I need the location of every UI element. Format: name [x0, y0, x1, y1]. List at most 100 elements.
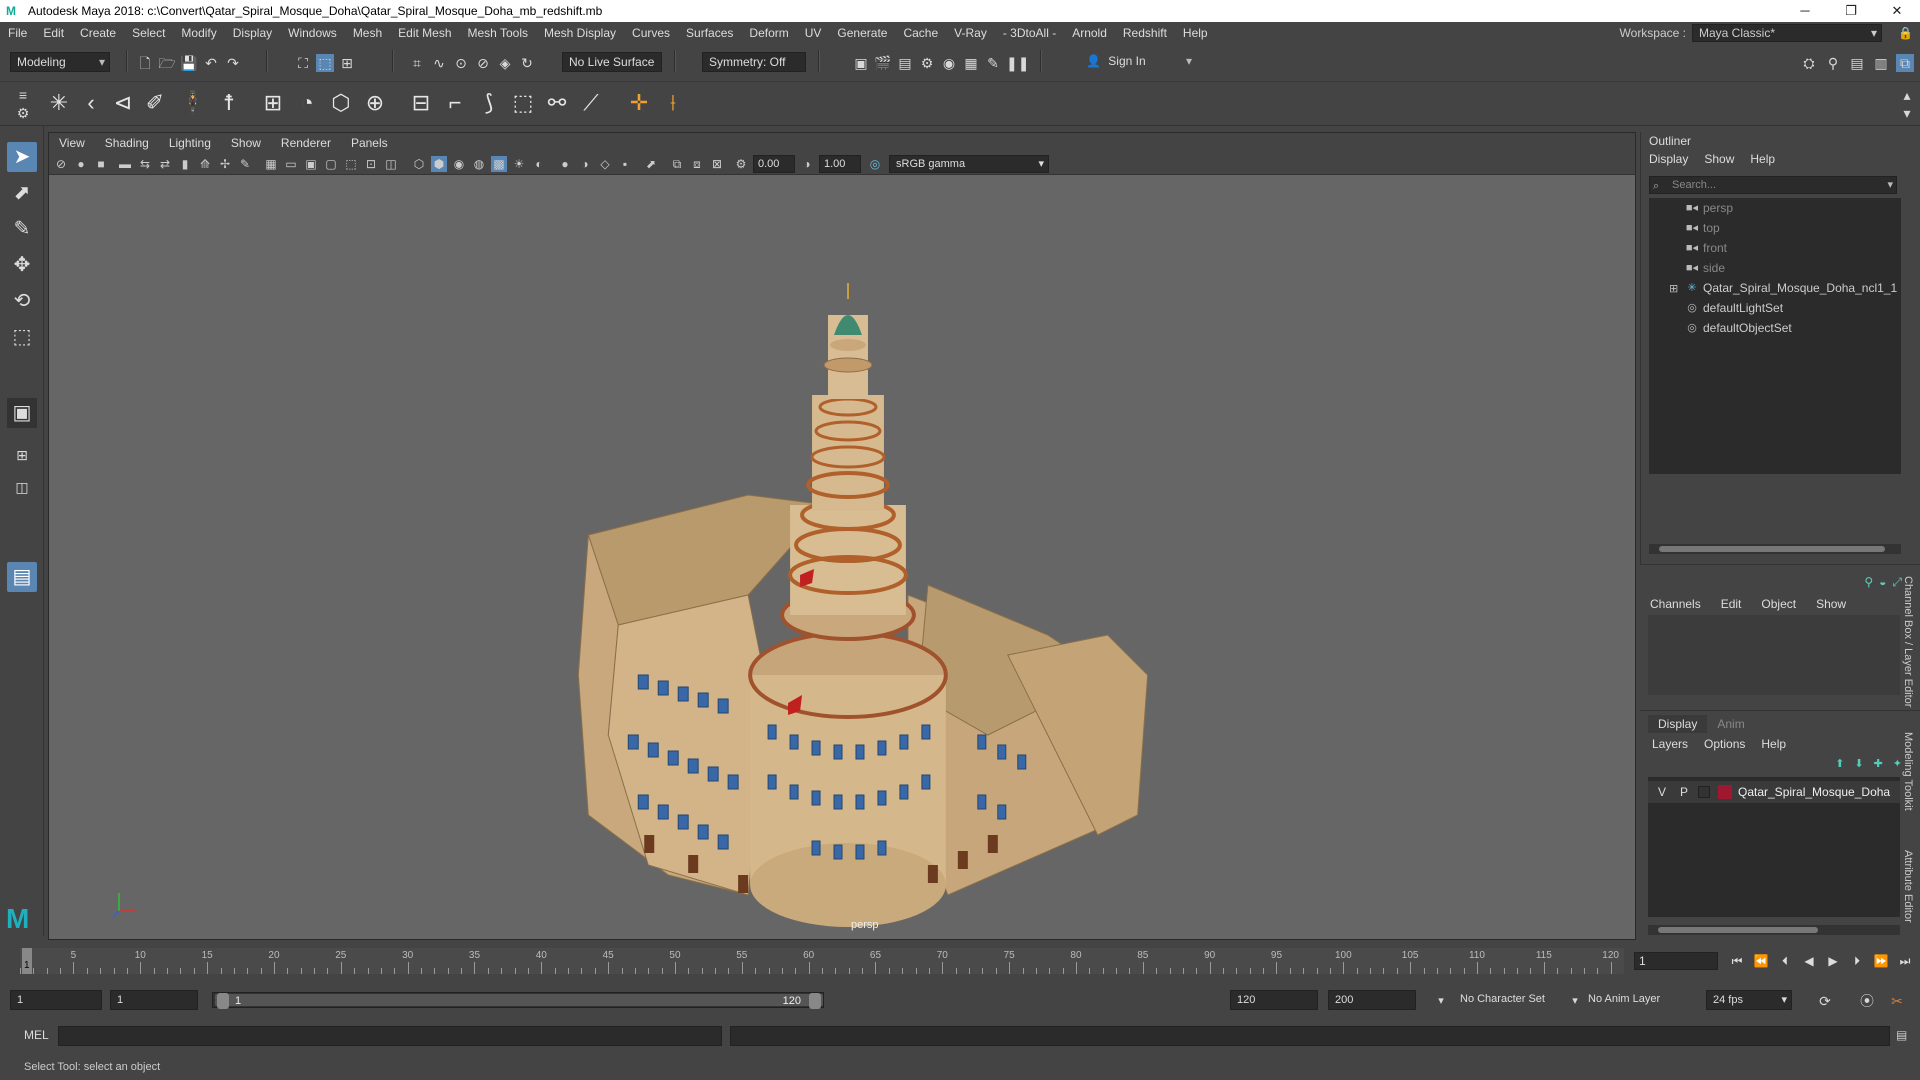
- channel-box-menu-show[interactable]: Show: [1806, 595, 1856, 613]
- menu-select[interactable]: Select: [124, 22, 173, 44]
- layer-row[interactable]: V P Qatar_Spiral_Mosque_Doha: [1648, 781, 1900, 803]
- menu-mesh-display[interactable]: Mesh Display: [536, 22, 624, 44]
- camera-gate-icon[interactable]: ⧈: [689, 156, 705, 172]
- render-settings-icon[interactable]: ⚙: [918, 54, 936, 72]
- channel-box-icon[interactable]: ⚲: [1864, 575, 1873, 590]
- snap-view-icon[interactable]: ⊘: [474, 54, 492, 72]
- play-backwards-icon[interactable]: ◀: [1800, 952, 1818, 970]
- light-editor-icon[interactable]: ✎: [984, 54, 1002, 72]
- animation-end-field[interactable]: 200: [1328, 990, 1416, 1010]
- shelf-scroll-up-icon[interactable]: ▴: [1898, 86, 1916, 104]
- tab-modeling-toolkit[interactable]: Modeling Toolkit: [1902, 732, 1914, 811]
- render-frame-icon[interactable]: 🎬: [874, 54, 892, 72]
- poly-cube-icon[interactable]: ⬡: [326, 88, 356, 118]
- channel-box-menu-object[interactable]: Object: [1751, 595, 1806, 613]
- shelf-scroll-down-icon[interactable]: ▾: [1898, 104, 1916, 122]
- select-object-icon[interactable]: ⬚: [316, 54, 334, 72]
- tool-settings-icon[interactable]: ▤: [1848, 54, 1866, 72]
- outliner-item-side[interactable]: ■◂ side: [1649, 258, 1901, 278]
- isolate-icon[interactable]: ▪: [617, 156, 633, 172]
- outliner-menu-show[interactable]: Show: [1696, 150, 1742, 168]
- gamma-icon[interactable]: ◑: [799, 156, 815, 172]
- range-start-knob[interactable]: [217, 993, 229, 1009]
- grease-pencil-icon[interactable]: ⇄: [157, 156, 173, 172]
- snap-vertex-icon[interactable]: ↻: [518, 54, 536, 72]
- select-tool-icon[interactable]: ➤: [7, 142, 37, 172]
- outliner-menu-display[interactable]: Display: [1641, 150, 1696, 168]
- step-back-key-icon[interactable]: ⏪: [1752, 952, 1770, 970]
- viewport-menu-shading[interactable]: Shading: [95, 133, 159, 153]
- anim-layer-dropdown[interactable]: No Anim Layer: [1582, 990, 1682, 1010]
- select-component-icon[interactable]: ⊞: [338, 54, 356, 72]
- move-layer-down-icon[interactable]: ⬇: [1854, 757, 1863, 770]
- viewport-menu-lighting[interactable]: Lighting: [159, 133, 221, 153]
- twist-deformer-icon[interactable]: ⚯: [542, 88, 572, 118]
- viewport-persp[interactable]: View Shading Lighting Show Renderer Pane…: [48, 132, 1636, 940]
- motion-blur-icon[interactable]: ●: [557, 156, 573, 172]
- menu-uv[interactable]: UV: [797, 22, 830, 44]
- shelf-settings-icon[interactable]: ⚙: [14, 104, 32, 122]
- menu-modify[interactable]: Modify: [173, 22, 224, 44]
- pivot-orient-icon[interactable]: ⟊: [658, 88, 688, 118]
- snap-point-icon[interactable]: ⊙: [452, 54, 470, 72]
- menu-create[interactable]: Create: [72, 22, 124, 44]
- menu-generate[interactable]: Generate: [829, 22, 895, 44]
- expand-icon[interactable]: ⊞: [1669, 282, 1678, 295]
- poly-cylinder-icon[interactable]: ⊕: [360, 88, 390, 118]
- menu-display[interactable]: Display: [225, 22, 280, 44]
- outliner-layout-icon[interactable]: ▤: [7, 562, 37, 592]
- xray-joints-icon[interactable]: ⬈: [643, 156, 659, 172]
- command-input[interactable]: [58, 1026, 722, 1046]
- 2d-pan-zoom-icon[interactable]: ⇆: [137, 156, 153, 172]
- safe-action-icon[interactable]: ▣: [303, 156, 319, 172]
- outliner-item-mosque-group[interactable]: ⊞ ✳ Qatar_Spiral_Mosque_Doha_ncl1_1: [1649, 278, 1901, 298]
- textured-icon[interactable]: ◍: [471, 156, 487, 172]
- modeling-toolkit-icon[interactable]: ⛭: [1800, 54, 1818, 72]
- go-to-start-icon[interactable]: ⏮: [1728, 952, 1746, 970]
- move-tool-icon[interactable]: ✥: [7, 250, 37, 280]
- scrollbar-thumb[interactable]: [1658, 927, 1818, 933]
- scale-tool-icon[interactable]: ⬚: [7, 322, 37, 352]
- skeleton-icon[interactable]: ☨: [214, 88, 244, 118]
- single-view-layout-icon[interactable]: ▣: [7, 398, 37, 428]
- curve-tool-icon[interactable]: ‹: [76, 88, 106, 118]
- safe-title-icon[interactable]: ▢: [323, 156, 339, 172]
- sign-in-dropdown[interactable]: 👤 Sign In ▾: [1080, 52, 1196, 72]
- range-end-knob[interactable]: [809, 993, 821, 1009]
- select-camera-icon[interactable]: ⊘: [53, 156, 69, 172]
- shaded-icon[interactable]: ⬢: [431, 156, 447, 172]
- range-slider-thumb[interactable]: 1 120: [215, 993, 823, 1009]
- ep-curve-icon[interactable]: ⊲: [108, 88, 138, 118]
- polygon-sphere-icon[interactable]: ✳: [44, 88, 74, 118]
- bend-deformer-icon[interactable]: ⬚: [508, 88, 538, 118]
- maximize-button[interactable]: ❐: [1828, 0, 1874, 22]
- viewport-menu-view[interactable]: View: [49, 133, 95, 153]
- range-slider[interactable]: 1 120: [212, 992, 824, 1009]
- rotate-tool-icon[interactable]: ⟲: [7, 286, 37, 316]
- pivot-icon[interactable]: ✛: [624, 88, 654, 118]
- resolution-gate-icon[interactable]: ✢: [217, 156, 233, 172]
- ambient-occlusion-icon[interactable]: ◐: [531, 156, 547, 172]
- step-forward-key-icon[interactable]: ⏩: [1872, 952, 1890, 970]
- outliner-menu-help[interactable]: Help: [1742, 150, 1783, 168]
- outliner-horizontal-scrollbar[interactable]: [1649, 544, 1901, 554]
- channel-box-menu-edit[interactable]: Edit: [1711, 595, 1752, 613]
- channel-box-menu-channels[interactable]: Channels: [1640, 595, 1711, 613]
- wave-deformer-icon[interactable]: ⟋: [576, 88, 606, 118]
- depth-of-field-icon[interactable]: ◇: [597, 156, 613, 172]
- tab-channel-box-layer-editor[interactable]: Channel Box / Layer Editor: [1902, 576, 1914, 707]
- hik-character-icon[interactable]: 🕴: [178, 88, 208, 118]
- outliner-item-default-light-set[interactable]: ◎ defaultLightSet: [1649, 298, 1901, 318]
- symmetry-dropdown[interactable]: Symmetry: Off: [702, 52, 806, 72]
- menu-deform[interactable]: Deform: [741, 22, 796, 44]
- lasso-tool-icon[interactable]: ⬈: [7, 178, 37, 208]
- current-frame-field[interactable]: 1: [1634, 952, 1718, 970]
- time-slider-track[interactable]: 1 5 10 15 20 25 30 35 40 45 50 55 60 65 70 75 80 85 90 95 1…: [20, 948, 1624, 974]
- menu-3dtoall[interactable]: - 3DtoAll -: [995, 22, 1064, 44]
- menu-mesh[interactable]: Mesh: [345, 22, 390, 44]
- layer-editor-icon[interactable]: ◒: [1879, 575, 1886, 590]
- render-view-icon[interactable]: ▣: [852, 54, 870, 72]
- anti-aliasing-icon[interactable]: ◑: [577, 156, 593, 172]
- gate-mask-icon[interactable]: ✎: [237, 156, 253, 172]
- extrude-icon[interactable]: ⊟: [406, 88, 436, 118]
